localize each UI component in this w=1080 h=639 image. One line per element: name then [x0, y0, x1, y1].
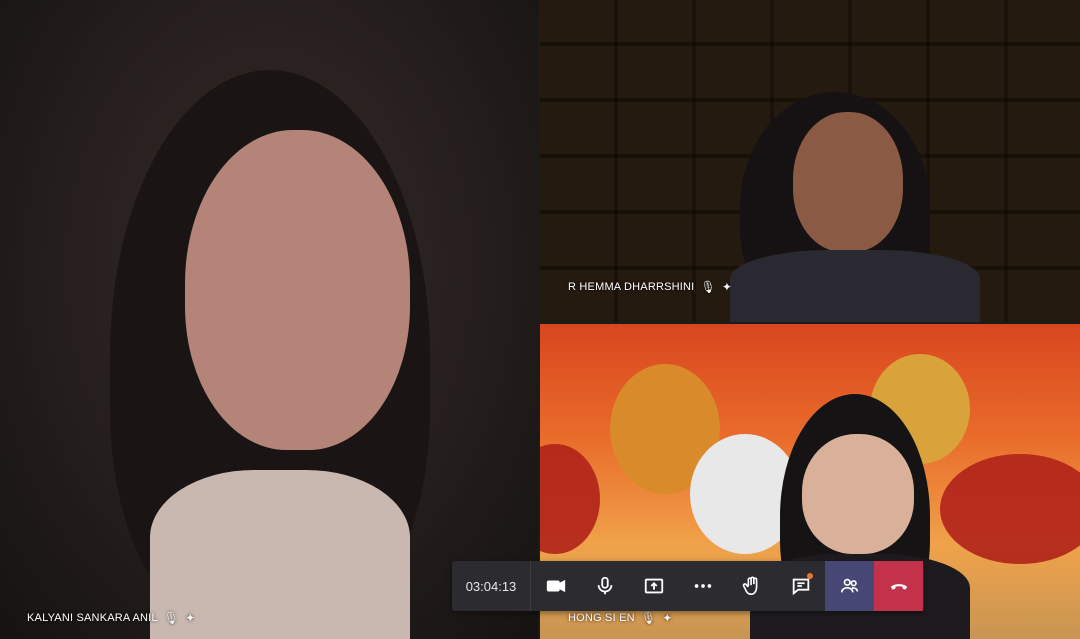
chat-button[interactable] — [776, 561, 825, 611]
pin-icon: ✦ — [662, 611, 673, 625]
video-camera-icon — [546, 579, 565, 593]
participants-button[interactable] — [825, 561, 874, 611]
video-tile-hemma[interactable]: R HEMMA DHARRSHINI 🎙 ✦ — [540, 0, 1080, 322]
more-options-button[interactable] — [678, 561, 727, 611]
participant-name: R HEMMA DHARRSHINI — [568, 281, 695, 293]
participant-name-tag: R HEMMA DHARRSHINI 🎙 ✦ — [568, 280, 732, 294]
mic-off-icon: 🎙 — [700, 280, 716, 294]
camera-button[interactable] — [531, 561, 580, 611]
participant-name-tag: KALYANI SANKARA ANIL 🎙 ✦ — [27, 611, 195, 625]
hang-up-button[interactable] — [874, 561, 923, 611]
share-screen-button[interactable] — [629, 561, 678, 611]
mic-off-icon: 🎙 — [163, 611, 180, 625]
call-timer: 03:04:13 — [452, 561, 531, 611]
more-options-icon — [694, 584, 711, 588]
pin-icon: ✦ — [721, 280, 733, 294]
share-screen-icon — [644, 578, 663, 594]
raise-hand-icon — [742, 576, 757, 596]
microphone-icon — [597, 576, 612, 595]
pin-icon: ✦ — [185, 611, 196, 625]
mic-off-icon: 🎙 — [640, 611, 657, 625]
raise-hand-button[interactable] — [727, 561, 776, 611]
participants-icon — [840, 578, 858, 593]
participant-name: HONG SI EN — [568, 612, 635, 624]
mic-button[interactable] — [580, 561, 629, 611]
participant-name-tag: HONG SI EN 🎙 ✦ — [568, 611, 673, 625]
video-tile-kalyani[interactable]: KALYANI SANKARA ANIL 🎙 ✦ — [0, 0, 538, 639]
hang-up-icon — [890, 584, 907, 590]
chat-notification-dot — [807, 573, 813, 579]
participant-name: KALYANI SANKARA ANIL — [27, 612, 158, 624]
meeting-control-bar: 03:04:13 — [452, 561, 924, 611]
